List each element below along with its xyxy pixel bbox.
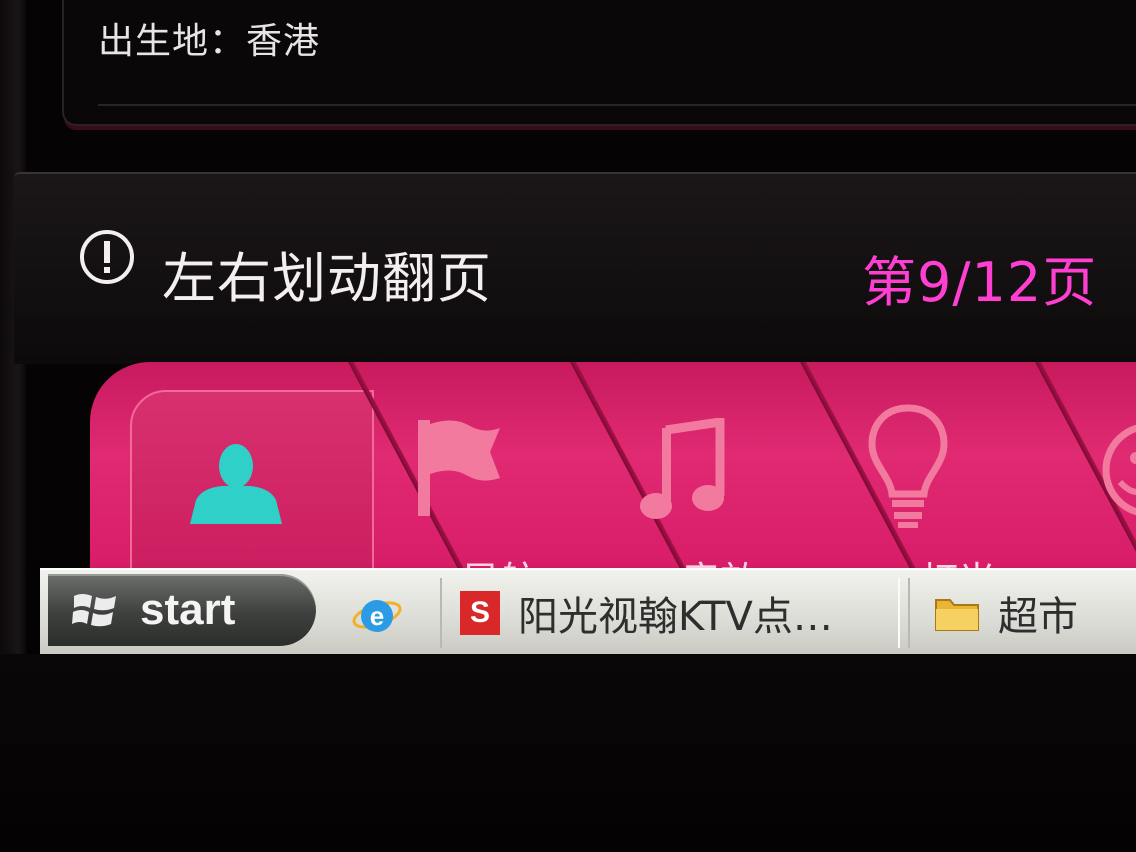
flag-icon [418, 420, 500, 516]
music-note-icon [640, 418, 725, 519]
tile-lighting[interactable]: 灯光 [860, 362, 1080, 592]
feature-carousel[interactable]: 导航 音效 灯光 [90, 362, 1136, 592]
windows-logo-icon [72, 594, 116, 627]
lightbulb-icon [868, 404, 948, 528]
tile-sound-effects[interactable]: 音效 [630, 362, 850, 592]
start-label: start [140, 585, 236, 634]
tile-navigation[interactable]: 导航 [390, 362, 610, 592]
divider [98, 104, 1136, 106]
tile-mood[interactable] [1090, 362, 1136, 592]
user-icon [190, 444, 282, 524]
tile-singer[interactable] [150, 362, 360, 592]
taskbar-item-label: 超市 [998, 594, 1078, 640]
taskbar-item-label: 阳光视翰KTV点… [518, 594, 833, 640]
start-button[interactable]: start [48, 574, 316, 646]
info-icon [78, 228, 136, 286]
folder-icon [935, 599, 979, 631]
taskbar-item-ktv[interactable]: S 阳光视翰KTV点… [440, 578, 900, 648]
internet-explorer-icon[interactable]: e [352, 592, 402, 638]
svg-text:e: e [370, 601, 384, 631]
birthplace-text: 出生地：香港 [98, 21, 321, 62]
taskbar-item-folder[interactable]: 超市 [908, 578, 1136, 648]
page-indicator: 第9/12页 [862, 251, 1098, 314]
smiley-icon [1102, 424, 1136, 516]
monitor-bottom-bezel [0, 654, 1136, 852]
ktv-app-icon: S [460, 591, 500, 635]
swipe-hint: 左右划动翻页 [162, 247, 492, 310]
